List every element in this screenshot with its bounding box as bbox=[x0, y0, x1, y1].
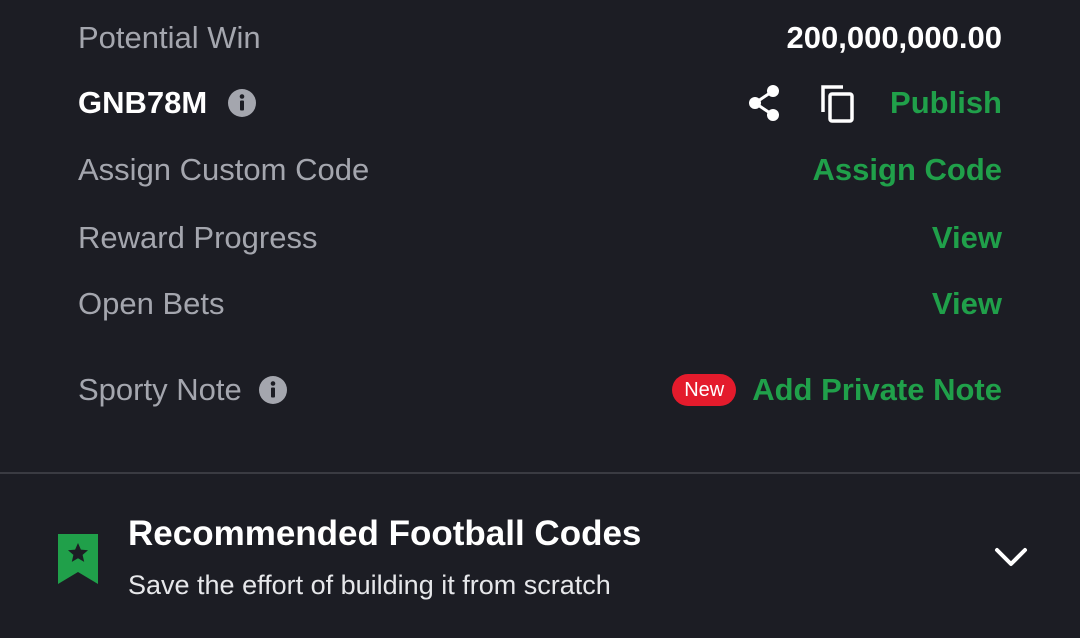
booking-code-row: GNB78M Publish bbox=[78, 80, 1002, 126]
recommended-codes-panel[interactable]: Recommended Football Codes Save the effo… bbox=[0, 474, 1080, 638]
sporty-note-group: Sporty Note bbox=[78, 372, 288, 408]
open-bets-view-button[interactable]: View bbox=[932, 286, 1002, 322]
open-bets-label: Open Bets bbox=[78, 286, 225, 321]
booking-code-group: GNB78M bbox=[78, 85, 257, 121]
recommended-title: Recommended Football Codes bbox=[128, 514, 642, 553]
reward-progress-label: Reward Progress bbox=[78, 220, 318, 255]
sporty-note-info-icon[interactable] bbox=[258, 375, 288, 405]
potential-win-value: 200,000,000.00 bbox=[786, 20, 1003, 55]
potential-win-label: Potential Win bbox=[78, 20, 261, 55]
share-icon[interactable] bbox=[746, 83, 782, 123]
bookmark-star-icon bbox=[58, 534, 98, 584]
booking-actions: Publish bbox=[746, 82, 1002, 124]
potential-win-row: Potential Win 200,000,000.00 bbox=[78, 15, 1002, 61]
recommended-subtitle: Save the effort of building it from scra… bbox=[128, 570, 611, 600]
sporty-note-label: Sporty Note bbox=[78, 372, 242, 407]
info-icon[interactable] bbox=[227, 88, 257, 118]
publish-button[interactable]: Publish bbox=[890, 85, 1002, 121]
copy-icon[interactable] bbox=[818, 82, 856, 124]
add-private-note-button[interactable]: Add Private Note bbox=[752, 372, 1002, 408]
reward-progress-view-button[interactable]: View bbox=[932, 220, 1002, 256]
reward-progress-row: Reward Progress View bbox=[78, 215, 1002, 261]
sporty-note-actions: New Add Private Note bbox=[672, 372, 1002, 408]
custom-code-row: Assign Custom Code Assign Code bbox=[78, 147, 1002, 193]
assign-code-button[interactable]: Assign Code bbox=[813, 152, 1002, 188]
new-badge: New bbox=[672, 374, 737, 406]
custom-code-label: Assign Custom Code bbox=[78, 152, 370, 187]
open-bets-row: Open Bets View bbox=[78, 281, 1002, 327]
booking-code: GNB78M bbox=[78, 85, 208, 120]
sporty-note-row: Sporty Note New Add Private Note bbox=[78, 367, 1002, 413]
chevron-down-icon[interactable] bbox=[994, 546, 1028, 568]
